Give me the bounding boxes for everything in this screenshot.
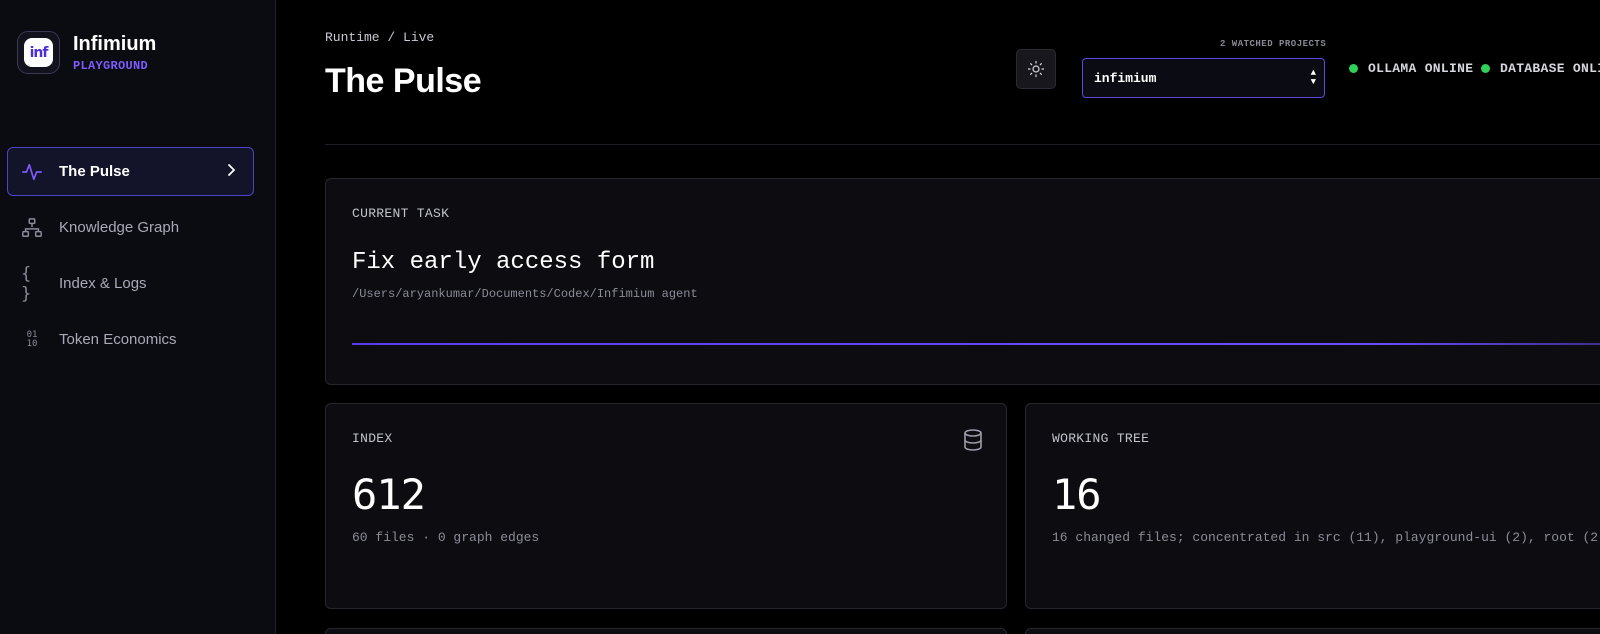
sidebar-item-label: The Pulse [59, 163, 130, 180]
index-card-subtitle: 60 files · 0 graph edges [352, 530, 540, 545]
current-task-card: CURRENT TASK Fix early access form /User… [325, 178, 1600, 385]
working-tree-card: WORKING TREE 16 16 changed files; concen… [1025, 403, 1600, 609]
current-task-path: /Users/aryankumar/Documents/Codex/Infimi… [352, 287, 698, 301]
current-task-title: Fix early access form [352, 249, 655, 276]
index-card-label: INDEX [352, 431, 393, 446]
index-card-value: 612 [352, 470, 426, 519]
theme-toggle-button[interactable] [1016, 49, 1056, 89]
sidebar: inf Infimium PLAYGROUND The Pulse Knowle… [0, 0, 276, 634]
working-tree-card-label: WORKING TREE [1052, 431, 1150, 446]
card-stub [1025, 628, 1600, 634]
sidebar-item-label: Index & Logs [59, 275, 147, 292]
brand[interactable]: inf Infimium PLAYGROUND [17, 31, 156, 74]
project-select-value: infimium [1094, 70, 1157, 86]
sidebar-item-label: Token Economics [59, 331, 177, 348]
chevron-right-icon [225, 163, 237, 180]
index-card: INDEX 612 60 files · 0 graph edges [325, 403, 1007, 609]
task-progress-fill [352, 343, 1600, 345]
project-select[interactable]: infimium ▲ ▼ [1082, 58, 1325, 98]
database-status-label: DATABASE ONLINE [1500, 61, 1600, 76]
brand-logo-icon: inf [17, 31, 60, 74]
task-progress-bar [352, 343, 1600, 345]
watched-projects-label: 2 WATCHED PROJECTS [1220, 39, 1327, 49]
brand-subtitle: PLAYGROUND [73, 59, 149, 73]
sidebar-item-label: Knowledge Graph [59, 219, 180, 236]
sidebar-nav: The Pulse Knowledge Graph { } Index & Lo… [7, 147, 254, 371]
page-title: The Pulse [325, 62, 482, 100]
binary-icon: 01 10 [26, 329, 38, 349]
sun-icon [1027, 60, 1045, 78]
braces-icon: { } [21, 263, 33, 304]
activity-icon [21, 161, 43, 183]
sidebar-item-index-logs[interactable]: { } Index & Logs [7, 259, 254, 308]
sidebar-item-the-pulse[interactable]: The Pulse [7, 147, 254, 196]
header-divider [325, 144, 1600, 145]
select-arrows-icon: ▲ ▼ [1310, 68, 1316, 87]
card-stub [325, 628, 1007, 634]
breadcrumb: Runtime / Live [325, 30, 435, 45]
database-status: DATABASE ONLINE [1481, 61, 1600, 76]
database-icon [962, 428, 984, 457]
ollama-status: OLLAMA ONLINE [1349, 61, 1473, 76]
status-dot-icon [1481, 64, 1490, 73]
working-tree-card-value: 16 [1052, 470, 1102, 519]
current-task-label: CURRENT TASK [352, 206, 450, 221]
brand-name: Infimium [73, 33, 157, 55]
sidebar-item-knowledge-graph[interactable]: Knowledge Graph [7, 203, 254, 252]
working-tree-card-subtitle: 16 changed files; concentrated in src (1… [1052, 530, 1600, 545]
sitemap-icon [21, 217, 43, 239]
sidebar-item-token-economics[interactable]: 01 10 Token Economics [7, 315, 254, 364]
brand-logo-text: inf [29, 44, 49, 61]
app-root: inf Infimium PLAYGROUND The Pulse Knowle… [0, 0, 1600, 634]
main-content: Runtime / Live The Pulse 2 WATCHED PROJE… [276, 0, 1600, 634]
status-dot-icon [1349, 64, 1358, 73]
ollama-status-label: OLLAMA ONLINE [1368, 61, 1474, 76]
